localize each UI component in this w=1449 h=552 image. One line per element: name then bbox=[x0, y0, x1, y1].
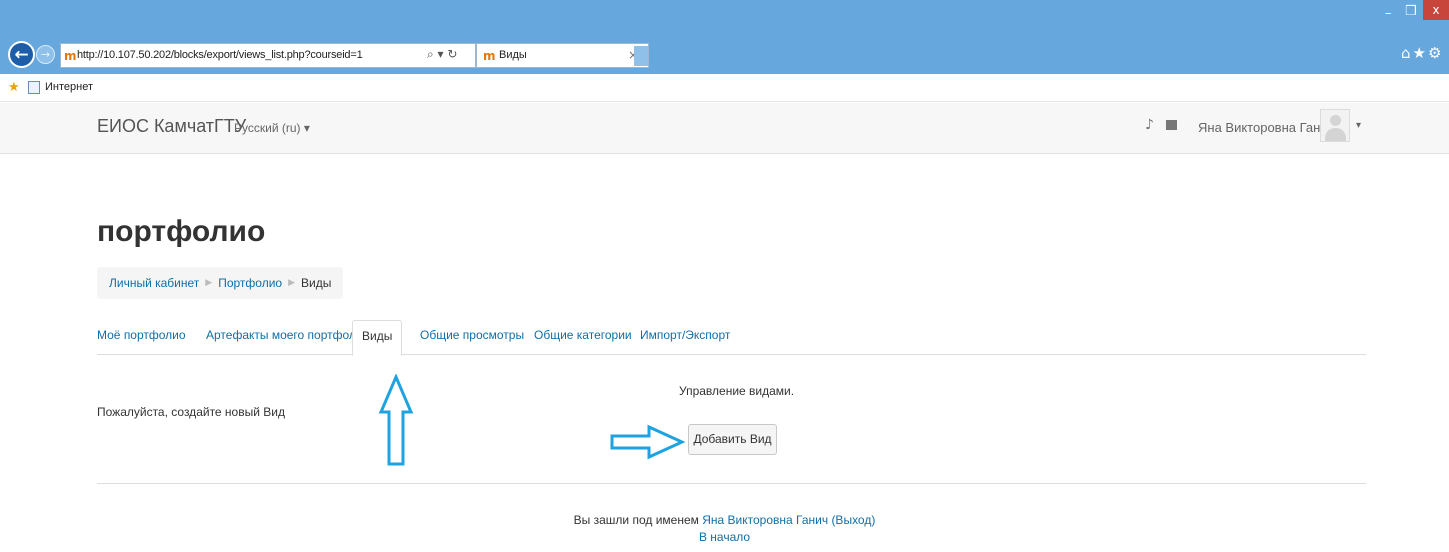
home-favorites-settings-icons[interactable]: ⌂★⚙ bbox=[1401, 44, 1443, 62]
breadcrumb-current-views: Виды bbox=[301, 276, 332, 290]
user-menu-name[interactable]: Яна Викторовна Ганич bbox=[1198, 120, 1334, 135]
logged-in-user-link[interactable]: Яна Викторовна Ганич bbox=[702, 513, 828, 527]
home-link[interactable]: В начало bbox=[699, 530, 750, 544]
right-arrow-annotation-icon bbox=[610, 424, 685, 460]
favorites-item-internet[interactable]: Интернет bbox=[45, 81, 93, 93]
favorites-bar: ★ Интернет bbox=[0, 74, 1449, 102]
window-minimize-icon[interactable]: – bbox=[1385, 6, 1392, 21]
url-text[interactable]: http://10.107.50.202/blocks/export/views… bbox=[77, 49, 363, 61]
browser-tab[interactable]: m Виды × bbox=[476, 43, 649, 68]
site-brand[interactable]: ЕИОС КамчатГТУ bbox=[97, 116, 246, 137]
breadcrumb-separator-icon: ▶ bbox=[288, 278, 295, 288]
logged-in-info: Вы зашли под именем Яна Викторовна Ганич… bbox=[0, 513, 1449, 527]
home-link-row: В начало bbox=[0, 530, 1449, 544]
page-title: портфолио bbox=[97, 215, 266, 248]
address-bar[interactable]: m http://10.107.50.202/blocks/export/vie… bbox=[60, 43, 476, 68]
back-glyph: ← bbox=[14, 44, 29, 65]
site-navbar: ЕИОС КамчатГТУ Русский (ru) ▾ ♪ Яна Викт… bbox=[0, 103, 1449, 154]
web-page-icon bbox=[28, 81, 40, 94]
forward-arrow-icon[interactable]: → bbox=[36, 45, 55, 64]
forward-glyph: → bbox=[40, 48, 51, 61]
search-refresh-icons[interactable]: ⌕ ▾ ↻ bbox=[427, 47, 457, 62]
breadcrumb: Личный кабинет ▶ Портфолио ▶ Виды bbox=[97, 267, 344, 299]
tab-my-portfolio[interactable]: Моё портфолио bbox=[97, 328, 186, 342]
avatar[interactable] bbox=[1320, 109, 1350, 142]
up-arrow-annotation-icon bbox=[378, 374, 414, 466]
portfolio-tabs: Моё портфолио Артефакты моего портфолио … bbox=[97, 320, 1366, 356]
tab-views[interactable]: Виды bbox=[352, 320, 403, 356]
logout-link[interactable]: (Выход) bbox=[831, 513, 875, 527]
breadcrumb-separator-icon: ▶ bbox=[205, 278, 213, 288]
add-view-button[interactable]: Добавить Вид bbox=[688, 424, 777, 455]
manage-views-heading: Управление видами. bbox=[679, 384, 795, 398]
browser-titlebar: ← → m http://10.107.50.202/blocks/export… bbox=[0, 0, 1449, 74]
window-maximize-icon[interactable]: ❒ bbox=[1405, 4, 1417, 19]
new-tab-button[interactable] bbox=[634, 46, 648, 66]
browser-tab-title: Виды bbox=[499, 49, 527, 61]
breadcrumb-portfolio[interactable]: Портфолио bbox=[218, 276, 282, 290]
window-close-icon[interactable]: x bbox=[1423, 0, 1449, 20]
tab-shared-categories[interactable]: Общие категории bbox=[534, 328, 632, 342]
tab-moodle-favicon-icon: m bbox=[483, 49, 496, 63]
footer-divider bbox=[97, 483, 1366, 484]
tab-portfolio-artifacts[interactable]: Артефакты моего портфолио bbox=[206, 328, 369, 342]
tab-import-export[interactable]: Импорт/Экспорт bbox=[640, 328, 730, 342]
moodle-favicon-icon: m bbox=[64, 49, 77, 63]
back-arrow-icon[interactable]: ← bbox=[8, 41, 35, 68]
messages-icon[interactable] bbox=[1166, 120, 1177, 130]
breadcrumb-dashboard[interactable]: Личный кабинет bbox=[109, 276, 199, 290]
tab-shared-views[interactable]: Общие просмотры bbox=[420, 328, 524, 342]
language-menu[interactable]: Русский (ru) ▾ bbox=[234, 121, 310, 135]
notification-bell-icon[interactable]: ♪ bbox=[1145, 117, 1154, 133]
favorites-star-icon[interactable]: ★ bbox=[8, 80, 20, 95]
create-view-prompt: Пожалуйста, создайте новый Вид bbox=[97, 405, 285, 419]
logged-in-prefix: Вы зашли под именем bbox=[573, 513, 699, 527]
user-menu-caret-icon[interactable]: ▾ bbox=[1356, 120, 1361, 131]
